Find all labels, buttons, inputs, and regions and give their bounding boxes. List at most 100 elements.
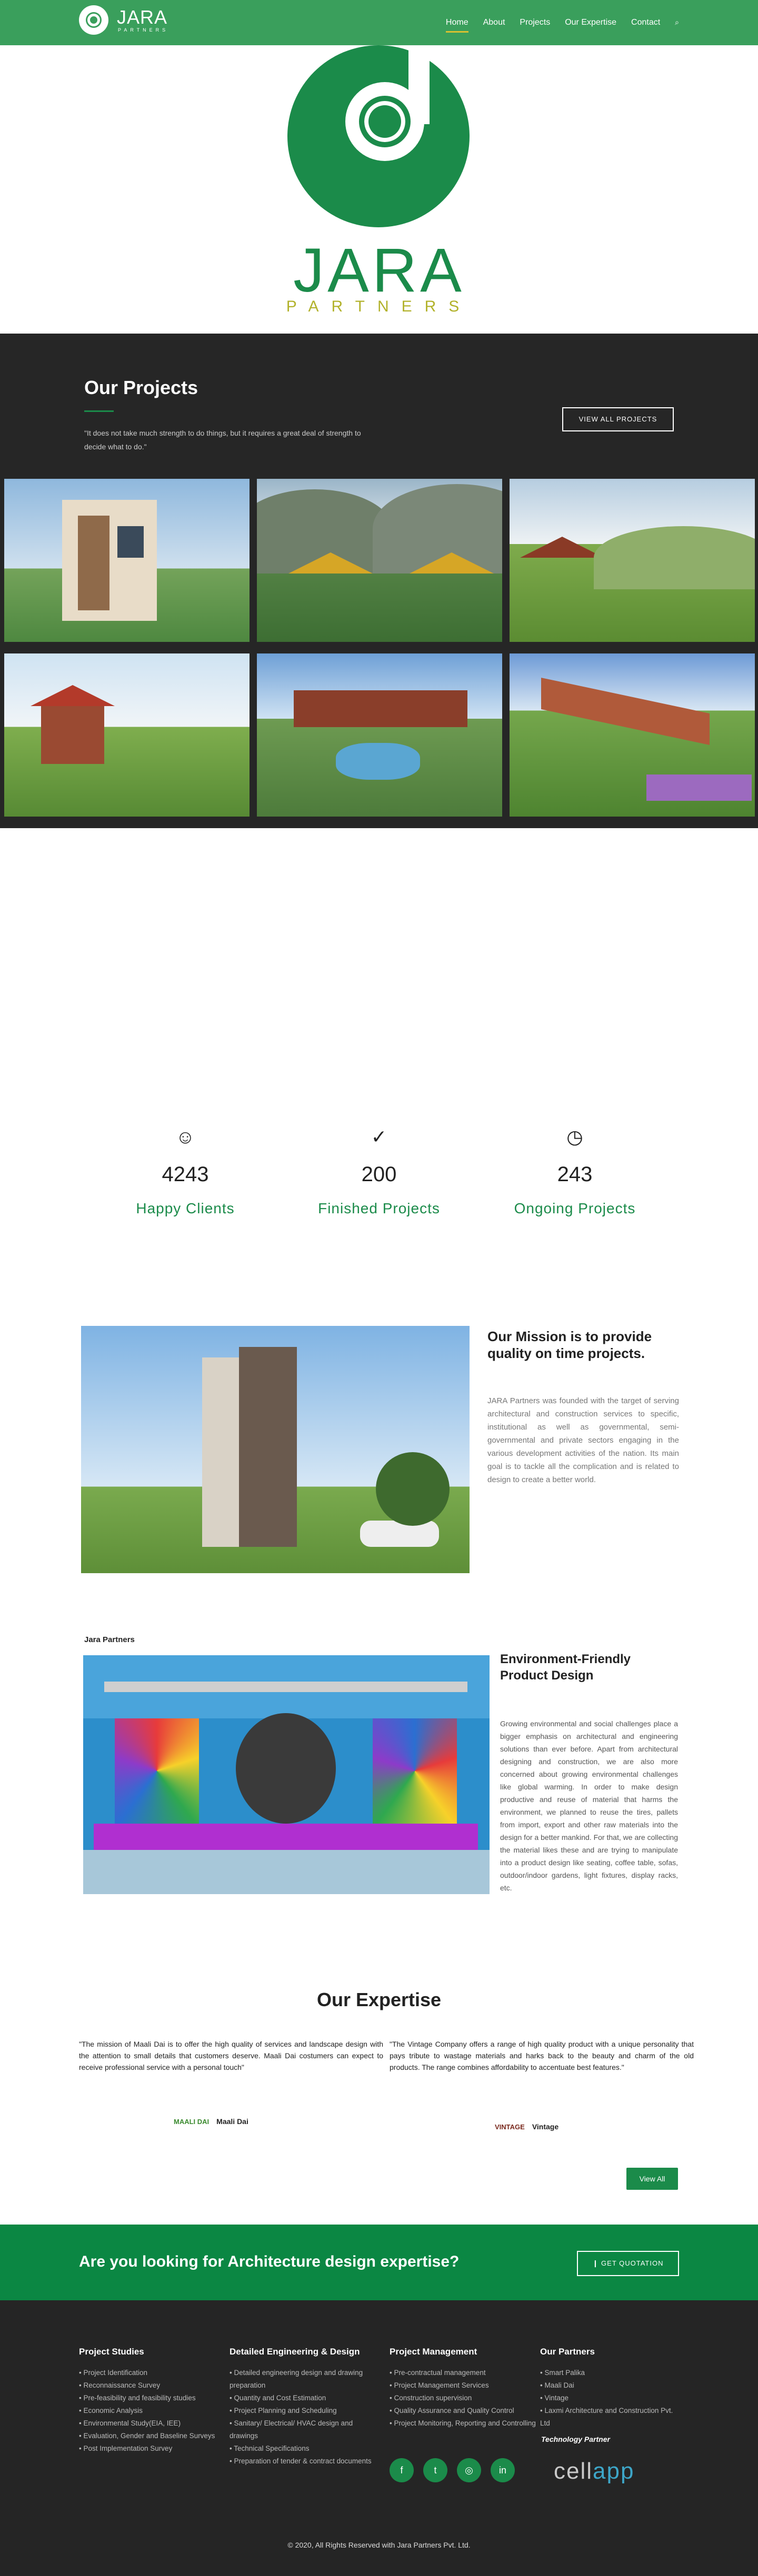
footer-link-label: Project Management Services [394,2381,489,2389]
right-panel [373,1718,457,1824]
hero-section: JARA PARTNERS [0,45,758,334]
nav-our-expertise[interactable]: Our Expertise [565,18,616,27]
footer-link[interactable]: • Preparation of tender & contract docum… [230,2455,377,2468]
cta-title: Are you looking for Architecture design … [79,2253,460,2270]
stat-number: 243 [557,1163,593,1186]
footer-link[interactable]: • Construction supervision [390,2392,537,2404]
social-links: f t ◎ in [390,2458,515,2482]
logo-name[interactable]: JARA [117,6,167,28]
smile-icon: ☺ [175,1126,195,1148]
card-text: "The mission of Maali Dai is to offer th… [79,2040,383,2071]
footer-link[interactable]: • Post Implementation Survey [79,2442,226,2455]
footer-link[interactable]: • Vintage [540,2392,679,2404]
cellapp-logo[interactable]: cellapp [554,2458,634,2484]
footer-col-title: Detailed Engineering & Design [230,2347,360,2357]
project-thumb-6[interactable] [510,653,755,817]
footer-link-label: Project Monitoring, Reporting and Contro… [394,2419,536,2427]
footer-link-label: Laxmi Architecture and Construction Pvt.… [540,2407,673,2427]
footer-col-project-management: Project Management • Pre-contractual man… [390,2347,537,2430]
logo-sub: PARTNERS [118,27,169,33]
logo-dot [87,14,100,26]
thumb-bg [257,653,502,817]
footer-link[interactable]: • Project Monitoring, Reporting and Cont… [390,2417,537,2430]
footer-link-label: Smart Palika [544,2369,585,2377]
instagram-icon[interactable]: ◎ [457,2458,481,2482]
footer-col-title: Project Management [390,2347,477,2357]
footer-link-label: Environmental Study(EIA, IEE) [83,2419,181,2427]
view-all-button[interactable]: View All [626,2168,678,2190]
stat-label: Finished Projects [318,1200,440,1216]
footer-link-label: Project Planning and Scheduling [234,2407,337,2414]
truss [104,1682,467,1692]
footer-link-label: Construction supervision [394,2394,472,2402]
footer-col-title: Project Studies [79,2347,144,2357]
footer-link[interactable]: • Economic Analysis [79,2404,226,2417]
footer-link-label: Post Implementation Survey [83,2444,173,2452]
footer-link-label: Sanitary/ Electrical/ HVAC design and dr… [230,2419,353,2440]
pagoda [41,706,104,764]
nav-home[interactable]: Home [445,18,468,33]
card-text: "The Vintage Company offers a range of h… [390,2040,694,2071]
card-brand: VINTAGE Vintage [495,2122,558,2131]
stat-number: 200 [361,1163,397,1186]
project-thumb-1[interactable] [4,479,250,642]
center-figure [236,1713,336,1824]
footer-link[interactable]: • Evaluation, Gender and Baseline Survey… [79,2430,226,2442]
footer-link[interactable]: • Laxmi Architecture and Construction Pv… [540,2404,679,2430]
project-thumb-4[interactable] [4,653,250,817]
footer-link[interactable]: • Project Management Services [390,2379,537,2392]
linkedin-icon[interactable]: in [491,2458,515,2482]
twitter-icon[interactable]: t [423,2458,447,2482]
maali-dai-logo: MAALI DAI [174,2117,210,2126]
footer-link[interactable]: • Smart Palika [540,2367,679,2379]
search-icon[interactable]: ⌕ [675,18,679,27]
footer-link[interactable]: • Environmental Study(EIA, IEE) [79,2417,226,2430]
mission-text: JARA Partners was founded with the targe… [487,1396,679,1484]
get-quotation-button[interactable]: ❙ GET QUOTATION [577,2251,679,2276]
building [62,500,157,621]
cta-section: Are you looking for Architecture design … [0,2225,758,2300]
logo-center [359,96,411,147]
check-icon: ✓ [371,1126,387,1148]
quote-icon: ❙ [592,2259,602,2267]
footer-link[interactable]: • Maali Dai [540,2379,679,2392]
nav-about[interactable]: About [483,18,505,27]
footer-link[interactable]: • Project Planning and Scheduling [230,2404,377,2417]
facebook-icon[interactable]: f [390,2458,414,2482]
footer-link[interactable]: • Detailed engineering design and drawin… [230,2367,377,2392]
projects-section: Our Projects "It does not take much stre… [0,334,758,828]
footer-link[interactable]: • Reconnaissance Survey [79,2379,226,2392]
footer-link-label: Vintage [544,2394,569,2402]
footer-link-label: Economic Analysis [83,2407,143,2414]
flowers [646,774,752,801]
project-thumb-5[interactable] [257,653,502,817]
left-panel [115,1718,199,1824]
project-thumb-2[interactable] [257,479,502,642]
footer-link-label: Reconnaissance Survey [83,2381,161,2389]
footer-col-engineering: Detailed Engineering & Design • Detailed… [230,2347,377,2468]
top-navbar: JARA PARTNERS Home About Projects Our Ex… [0,0,758,45]
car [360,1521,439,1547]
temple-roof [288,552,373,573]
logo-mark[interactable] [79,5,111,40]
technology-partner-label: Technology Partner [541,2435,610,2443]
footer-link-label: Pre-feasibility and feasibility studies [83,2394,196,2402]
view-all-projects-button[interactable]: VIEW ALL PROJECTS [562,407,674,431]
footer-link[interactable]: • Quality Assurance and Quality Control [390,2404,537,2417]
footer-link[interactable]: • Sanitary/ Electrical/ HVAC design and … [230,2417,377,2442]
clock-icon: ◷ [566,1126,583,1148]
copyright: © 2020, All Rights Reserved with Jara Pa… [287,2541,471,2549]
footer-link[interactable]: • Project Identification [79,2367,226,2379]
nav-projects[interactable]: Projects [520,18,550,27]
stat-finished-projects: ✓ 200 Finished Projects [290,1126,468,1217]
nav-contact[interactable]: Contact [631,18,660,27]
expertise-title: Our Expertise [316,1989,442,2010]
footer-link[interactable]: • Pre-contractual management [390,2367,537,2379]
footer-link[interactable]: • Quantity and Cost Estimation [230,2392,377,2404]
footer-link[interactable]: • Technical Specifications [230,2442,377,2455]
expertise-card-maali-dai: "The mission of Maali Dai is to offer th… [79,2038,383,2186]
stage-lights [94,1824,478,1850]
project-thumb-3[interactable] [510,479,755,642]
footer-col-title: Our Partners [540,2347,595,2357]
footer-link[interactable]: • Pre-feasibility and feasibility studie… [79,2392,226,2404]
